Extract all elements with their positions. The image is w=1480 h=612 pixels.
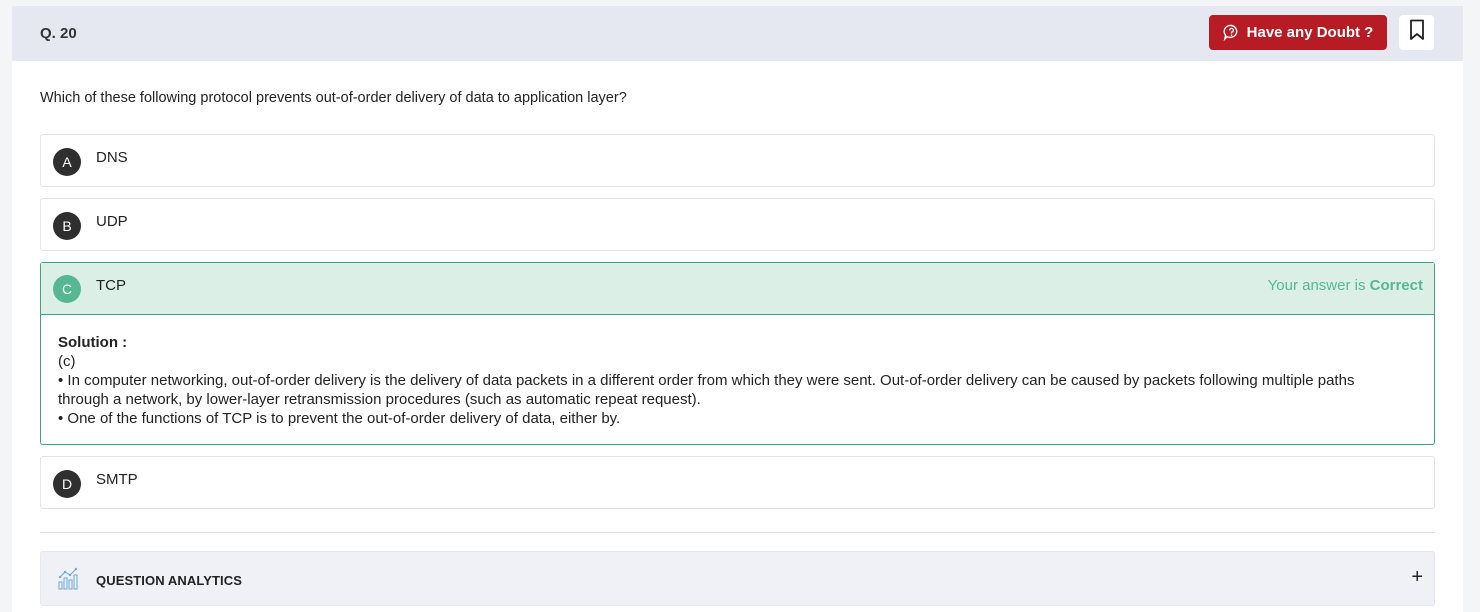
have-doubt-button[interactable]: Have any Doubt ? [1209,15,1387,50]
question-analytics-panel[interactable]: QUESTION ANALYTICS + [40,551,1435,606]
option-letter-b: B [53,212,81,240]
option-b[interactable]: B UDP [40,198,1435,251]
option-letter-d: D [53,470,81,498]
option-text-d: SMTP [96,471,138,488]
question-analytics-label: QUESTION ANALYTICS [96,573,243,588]
solution-point-2: • One of the functions of TCP is to prev… [58,410,621,427]
option-letter-c: C [53,275,81,303]
option-text-c: TCP [96,277,126,294]
option-a[interactable]: A DNS [40,134,1435,187]
solution-title: Solution : [58,334,128,351]
solution-answer: (c) [58,353,76,370]
question-card: Q. 20 Have any Doubt ? Which of these fo… [12,6,1463,612]
solution-point-1: • In computer networking, out-of-order d… [58,372,1355,408]
question-header: Q. 20 Have any Doubt ? [12,6,1463,61]
expand-plus-icon[interactable]: + [1411,566,1423,588]
option-letter-a: A [53,148,81,176]
option-text-b: UDP [96,213,128,230]
have-doubt-label: Have any Doubt ? [1246,24,1374,41]
answer-verdict: Your answer is Correct [1268,277,1423,294]
verdict-prefix: Your answer is [1267,277,1370,294]
verdict-status: Correct [1369,277,1423,294]
option-text-a: DNS [96,149,128,166]
bookmark-button[interactable] [1399,15,1434,50]
solution-panel: Solution : (c) • In computer networking,… [58,333,1398,428]
option-c[interactable]: C TCP Your answer is Correct [41,263,1434,315]
question-text: Which of these following protocol preven… [40,90,627,106]
section-divider [40,532,1435,533]
question-number: Q. 20 [40,25,77,42]
bookmark-icon [1409,19,1425,46]
option-c-correct: C TCP Your answer is Correct Solution : … [40,262,1435,445]
option-d[interactable]: D SMTP [40,456,1435,509]
bar-chart-icon [57,567,81,596]
chat-question-icon [1223,24,1240,41]
